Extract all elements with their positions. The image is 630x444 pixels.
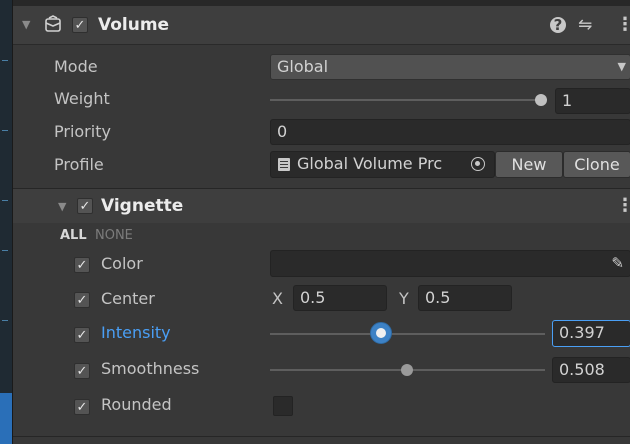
center-label: Center	[101, 289, 155, 308]
mode-label: Mode	[54, 57, 98, 76]
vignette-menu-icon[interactable]: ⋮	[616, 195, 630, 216]
edge-mark	[2, 60, 8, 61]
smoothness-override-checkbox[interactable]: ✓	[74, 363, 90, 379]
vignette-collapse-icon[interactable]: ▼	[58, 200, 66, 213]
edge-mark	[2, 200, 8, 201]
rounded-override-checkbox[interactable]: ✓	[74, 399, 90, 415]
window-edge	[0, 0, 12, 444]
smoothness-slider-handle[interactable]	[401, 364, 413, 376]
smoothness-label: Smoothness	[101, 359, 200, 378]
select-none-link[interactable]: NONE	[95, 228, 133, 243]
edge-mark	[2, 130, 8, 131]
center-override-checkbox[interactable]: ✓	[74, 292, 90, 308]
vignette-title: Vignette	[101, 196, 184, 216]
intensity-slider-handle[interactable]	[370, 322, 392, 344]
intensity-slider-track[interactable]	[270, 333, 545, 335]
volume-component-icon	[43, 15, 63, 39]
profile-object-field[interactable]: Global Volume Prc	[270, 151, 495, 178]
color-field[interactable]: ✎	[270, 250, 630, 277]
rounded-toggle[interactable]	[273, 396, 293, 416]
rounded-label: Rounded	[101, 395, 172, 414]
color-override-checkbox[interactable]: ✓	[74, 257, 90, 273]
center-y-label: Y	[399, 289, 409, 308]
weight-slider-track[interactable]	[270, 99, 545, 101]
select-all-link[interactable]: ALL	[60, 228, 87, 243]
edge-mark	[2, 250, 8, 251]
bottom-divider	[13, 436, 630, 437]
inspector-panel: ▼ ✓ Volume ? ⇋ ⋮ Mode Global ▼ Weight 1 …	[12, 0, 630, 444]
center-y-input[interactable]: 0.5	[418, 285, 512, 311]
intensity-input[interactable]: 0.397	[552, 320, 630, 347]
chevron-down-icon: ▼	[617, 60, 626, 73]
component-menu-icon[interactable]: ⋮	[616, 14, 630, 35]
smoothness-input[interactable]: 0.508	[552, 357, 630, 383]
color-label: Color	[101, 254, 143, 273]
center-x-input[interactable]: 0.5	[293, 285, 387, 311]
weight-label: Weight	[54, 89, 110, 108]
mode-dropdown[interactable]: Global ▼	[270, 54, 630, 80]
intensity-override-checkbox[interactable]: ✓	[74, 327, 90, 343]
vignette-header[interactable]: ▼ ✓ Vignette ⋮	[13, 189, 630, 223]
component-title: Volume	[98, 15, 170, 35]
presets-icon[interactable]: ⇋	[578, 15, 592, 35]
eyedropper-icon[interactable]: ✎	[611, 251, 624, 275]
mode-value: Global	[277, 57, 329, 76]
collapse-arrow-icon[interactable]: ▼	[22, 18, 30, 31]
intensity-label: Intensity	[101, 323, 171, 342]
edge-selection	[0, 393, 12, 444]
profile-label: Profile	[54, 155, 104, 174]
new-profile-button[interactable]: New	[495, 151, 563, 178]
profile-value: Global Volume Prc	[297, 154, 443, 173]
clone-profile-button[interactable]: Clone	[563, 151, 630, 178]
vignette-enabled-checkbox[interactable]: ✓	[77, 198, 93, 214]
center-x-label: X	[272, 289, 283, 308]
priority-input[interactable]: 0	[270, 119, 630, 145]
volume-enabled-checkbox[interactable]: ✓	[72, 17, 88, 33]
weight-slider-handle[interactable]	[535, 94, 547, 106]
edge-mark	[2, 320, 8, 321]
profile-asset-icon	[278, 158, 290, 171]
help-icon[interactable]: ?	[550, 17, 566, 33]
priority-label: Priority	[54, 122, 111, 141]
component-header[interactable]: ▼ ✓ Volume ? ⇋ ⋮	[13, 6, 630, 45]
weight-input[interactable]: 1	[555, 88, 630, 114]
object-picker-icon[interactable]	[471, 157, 485, 171]
